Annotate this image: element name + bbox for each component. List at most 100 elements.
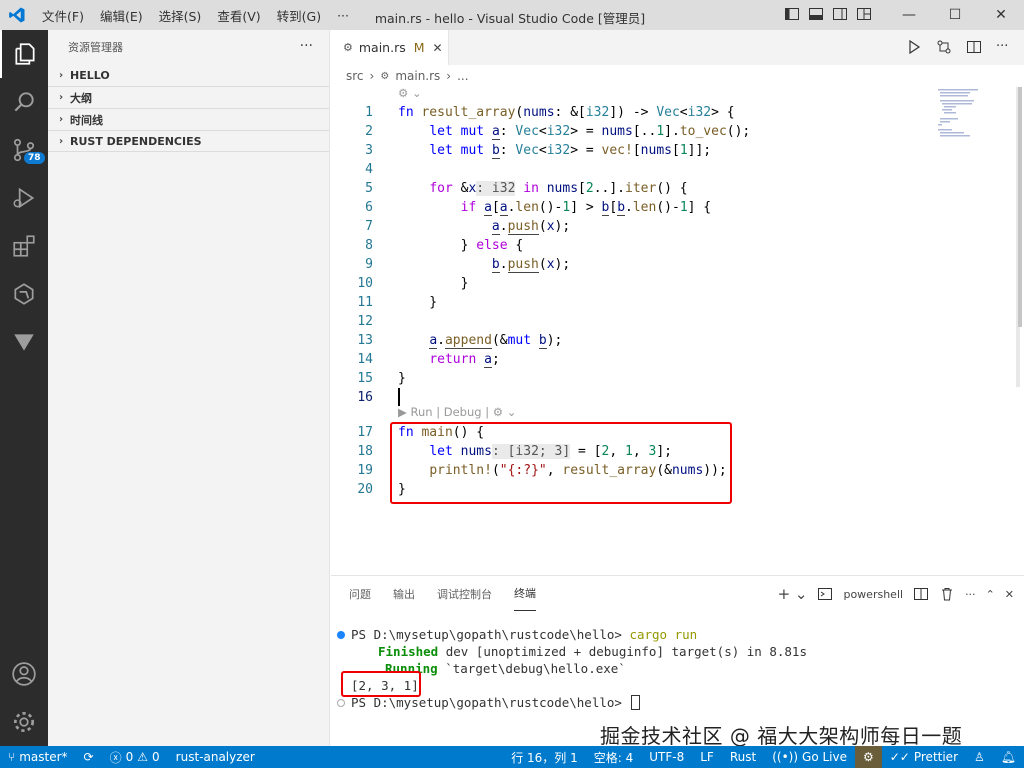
command-success-icon [337, 630, 345, 639]
cursor-position[interactable]: 行 16，列 1 [503, 746, 586, 768]
section-outline[interactable]: › 大纲 [48, 86, 329, 108]
title-bar: 文件(F) 编辑(E) 选择(S) 查看(V) 转到(G) ··· main.r… [0, 0, 1024, 30]
close-panel-icon[interactable]: ✕ [1005, 588, 1014, 601]
customize-layout-icon[interactable] [856, 6, 872, 22]
codelens-run-debug[interactable]: ▶ Run | Debug | ⚙ ⌄ [398, 405, 516, 419]
search-icon[interactable] [0, 78, 48, 126]
split-editor-icon[interactable] [966, 39, 982, 55]
maximize-panel-icon[interactable]: ⌃ [986, 588, 995, 601]
source-control-icon[interactable]: 78 [0, 126, 48, 174]
compare-changes-icon[interactable] [936, 39, 952, 55]
line-number: 5 [365, 181, 373, 196]
tab-output[interactable]: 输出 [393, 576, 415, 611]
sync-icon[interactable]: ⟳ [76, 746, 102, 768]
close-tab-icon[interactable]: ✕ [433, 41, 443, 55]
run-debug-icon[interactable] [0, 174, 48, 222]
split-terminal-icon[interactable] [913, 586, 929, 602]
branch-status[interactable]: ⑂ master* [0, 746, 76, 768]
extensions-icon[interactable] [0, 222, 48, 270]
warning-icon: ⚠ [137, 750, 149, 764]
rust-icon[interactable] [0, 270, 48, 318]
code-line: 8 } else { [331, 236, 931, 255]
chevron-right-icon: › [58, 92, 64, 103]
more-actions-icon[interactable]: ··· [996, 39, 1012, 55]
line-number: 17 [357, 425, 373, 440]
code-line: 2 let mut a: Vec<i32> = nums[..1].to_vec… [331, 122, 931, 141]
line-number: 2 [365, 124, 373, 139]
accounts-icon[interactable]: ♙ [966, 746, 993, 768]
language-mode[interactable]: Rust [722, 746, 764, 768]
terminal-line: PS D:\mysetup\gopath\rustcode\hello> car… [331, 626, 697, 643]
section-label: RUST DEPENDENCIES [70, 134, 202, 148]
toggle-sidebar-icon[interactable] [784, 6, 800, 22]
encoding[interactable]: UTF-8 [641, 746, 692, 768]
sidebar-more-icon[interactable]: ··· [300, 38, 313, 54]
line-number: 4 [365, 162, 373, 177]
minimap[interactable] [932, 87, 1024, 387]
menu-file[interactable]: 文件(F) [34, 6, 92, 25]
tab-problems[interactable]: 问题 [349, 576, 371, 611]
section-timeline[interactable]: › 时间线 [48, 108, 329, 130]
tab-terminal[interactable]: 终端 [514, 576, 536, 611]
line-number: 6 [365, 200, 373, 215]
maximize-icon[interactable]: ☐ [932, 0, 978, 30]
layout-controls [784, 6, 872, 22]
rust-status-icon[interactable]: ⚙ [854, 746, 882, 768]
prettier-status[interactable]: ✓✓ Prettier [882, 746, 966, 768]
codelens-top[interactable]: ⚙ ⌄ [398, 86, 422, 100]
breadcrumb-more[interactable]: ... [457, 69, 468, 83]
section-label: HELLO [70, 68, 110, 82]
chevron-right-icon: › [446, 69, 452, 83]
sidebar-header: 资源管理器 ··· [48, 30, 329, 64]
code-line: 4 [331, 160, 931, 179]
account-icon[interactable] [0, 650, 48, 698]
broadcast-icon: ((•)) [772, 750, 799, 764]
notifications-bell-icon[interactable]: 🔔︎ [993, 746, 1024, 768]
line-number: 12 [357, 314, 373, 329]
chevron-right-icon: › [58, 135, 64, 147]
indentation[interactable]: 空格: 4 [586, 746, 642, 768]
toggle-panel-icon[interactable] [808, 6, 824, 22]
deploy-icon[interactable] [0, 318, 48, 366]
minimize-icon[interactable]: — [886, 0, 932, 30]
problems-status[interactable]: ⓧ 0 ⚠ 0 [102, 746, 168, 768]
line-number: 15 [357, 371, 373, 386]
line-number: 3 [365, 143, 373, 158]
editor-scrollbar[interactable] [1014, 87, 1024, 575]
terminal-shell-name[interactable]: powershell [843, 588, 903, 601]
rust-analyzer-status[interactable]: rust-analyzer [168, 746, 263, 768]
vscode-logo-icon [0, 0, 34, 30]
explorer-icon[interactable] [0, 30, 48, 78]
breadcrumb-folder[interactable]: src [346, 69, 364, 83]
modified-indicator: M [413, 40, 425, 55]
end-of-line[interactable]: LF [692, 746, 722, 768]
menu-edit[interactable]: 编辑(E) [92, 6, 151, 25]
code-line: 7 a.push(x); [331, 217, 931, 236]
new-terminal-icon[interactable]: + ⌄ [778, 585, 808, 603]
rust-file-icon: ⚙ [380, 70, 390, 82]
menu-view[interactable]: 查看(V) [209, 6, 268, 25]
section-hello[interactable]: › HELLO [48, 64, 329, 86]
settings-gear-icon[interactable] [0, 698, 48, 746]
toggle-secondary-sidebar-icon[interactable] [832, 6, 848, 22]
line-number: 11 [357, 295, 373, 310]
close-window-icon[interactable]: ✕ [978, 0, 1024, 30]
tab-debug-console[interactable]: 调试控制台 [437, 576, 492, 611]
tab-main-rs[interactable]: ⚙ main.rs M ✕ [331, 30, 449, 65]
window-controls: — ☐ ✕ [886, 0, 1024, 30]
menu-bar: 文件(F) 编辑(E) 选择(S) 查看(V) 转到(G) ··· [34, 0, 357, 30]
run-icon[interactable] [906, 39, 922, 55]
section-rust-dependencies[interactable]: › RUST DEPENDENCIES [48, 130, 329, 152]
breadcrumb-file[interactable]: main.rs [395, 69, 440, 83]
trash-icon[interactable] [939, 586, 955, 602]
menu-selection[interactable]: 选择(S) [151, 6, 210, 25]
more-actions-icon[interactable]: ··· [965, 588, 976, 601]
code-line: 14 return a; [331, 350, 931, 369]
menu-go[interactable]: 转到(G) [269, 6, 329, 25]
line-number: 13 [357, 333, 373, 348]
rust-file-icon: ⚙ [343, 41, 353, 54]
watermark: 掘金技术社区 @ 福大大架构师每日一题 [600, 724, 963, 748]
go-live[interactable]: ((•)) Go Live [764, 746, 855, 768]
window-title: main.rs - hello - Visual Studio Code [管理… [374, 11, 646, 26]
code-line: 15} [331, 369, 931, 388]
